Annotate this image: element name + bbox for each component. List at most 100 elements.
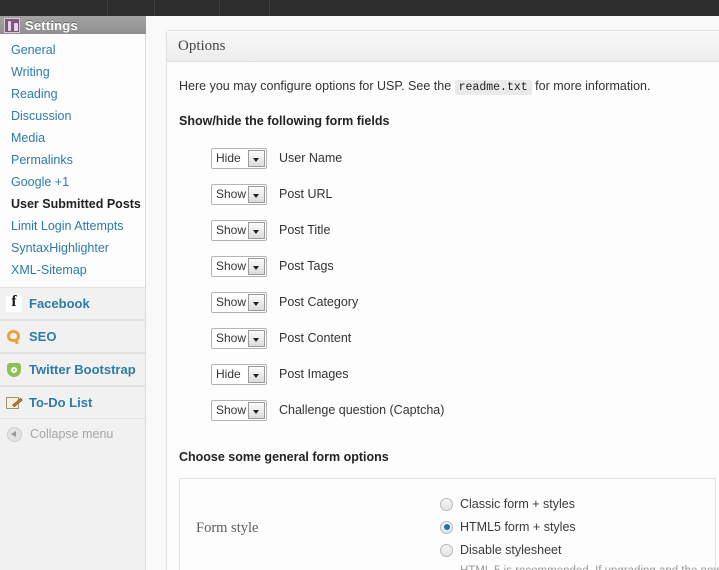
- select-user-name[interactable]: Hide: [211, 148, 267, 169]
- field-label: User Name: [279, 151, 342, 165]
- seo-icon: [6, 329, 22, 345]
- options-panel-header: Options: [167, 31, 719, 62]
- field-label: Post Images: [279, 367, 348, 381]
- sidebar-item-limit-login-attempts[interactable]: Limit Login Attempts: [0, 215, 145, 237]
- sidebar-item-seo[interactable]: SEO: [0, 320, 145, 353]
- options-panel-body: Here you may configure options for USP. …: [167, 62, 719, 570]
- sidebar-item-xml-sitemap[interactable]: XML-Sitemap: [0, 259, 145, 281]
- intro-text-before: Here you may configure options for USP. …: [179, 79, 451, 93]
- select-post-url[interactable]: Show: [211, 184, 267, 205]
- sidebar-filler: [0, 449, 146, 570]
- sidebar-item-user-submitted-posts[interactable]: User Submitted Posts: [0, 193, 145, 215]
- radio-option-html5[interactable]: HTML5 form + styles: [440, 518, 576, 536]
- chevron-down-icon[interactable]: [248, 402, 265, 419]
- admin-bar-segment[interactable]: [0, 0, 108, 16]
- chevron-down-icon[interactable]: [248, 150, 265, 167]
- sidebar-item-label: SEO: [29, 329, 56, 344]
- field-row-post-tags: Show Post Tags: [178, 248, 716, 284]
- todo-note-icon: [6, 395, 22, 411]
- sidebar-item-label: Facebook: [29, 296, 90, 311]
- sidebar-item-reading[interactable]: Reading: [0, 83, 145, 105]
- select-captcha[interactable]: Show: [211, 400, 267, 421]
- select-value: Show: [212, 401, 248, 420]
- field-row-post-url: Show Post URL: [178, 176, 716, 212]
- sidebar-item-label: Twitter Bootstrap: [29, 362, 136, 377]
- option-row-form-style: Form style Classic form + styles HTML5 f…: [180, 479, 715, 564]
- radio-option-classic[interactable]: Classic form + styles: [440, 495, 576, 513]
- field-row-post-images: Hide Post Images: [178, 356, 716, 392]
- field-label: Challenge question (Captcha): [279, 403, 444, 417]
- select-value: Hide: [212, 149, 248, 168]
- select-post-images[interactable]: Hide: [211, 364, 267, 385]
- shield-icon: [6, 362, 22, 378]
- sidebar-item-permalinks[interactable]: Permalinks: [0, 149, 145, 171]
- form-style-radio-group: Classic form + styles HTML5 form + style…: [440, 493, 576, 564]
- settings-submenu: General Writing Reading Discussion Media…: [0, 34, 146, 287]
- settings-icon: [4, 18, 20, 33]
- chevron-down-icon[interactable]: [248, 330, 265, 347]
- radio-button-selected[interactable]: [440, 521, 453, 534]
- chevron-down-icon[interactable]: [248, 294, 265, 311]
- form-style-note: HTML 5 is recommended. If upgrading and …: [460, 565, 715, 570]
- main-content: Options Here you may configure options f…: [146, 16, 719, 570]
- collapse-menu-button[interactable]: Collapse menu: [0, 419, 146, 449]
- select-post-content[interactable]: Show: [211, 328, 267, 349]
- option-label-form-style: Form style: [180, 520, 440, 537]
- sidebar-header-settings[interactable]: Settings: [0, 16, 146, 34]
- select-post-tags[interactable]: Show: [211, 256, 267, 277]
- select-value: Hide: [212, 365, 248, 384]
- general-options-box: Form style Classic form + styles HTML5 f…: [179, 478, 716, 570]
- field-label: Post Category: [279, 295, 358, 309]
- select-post-category[interactable]: Show: [211, 292, 267, 313]
- field-label: Post Tags: [279, 259, 334, 273]
- options-panel: Options Here you may configure options f…: [166, 30, 719, 570]
- collapse-arrow-icon: [7, 427, 22, 442]
- select-value: Show: [212, 293, 248, 312]
- radio-label: Classic form + styles: [460, 497, 575, 511]
- field-label: Post URL: [279, 187, 333, 201]
- radio-button[interactable]: [440, 544, 453, 557]
- chevron-down-icon[interactable]: [248, 186, 265, 203]
- sidebar-item-google-plus-one[interactable]: Google +1: [0, 171, 145, 193]
- page-title: Options: [178, 38, 226, 55]
- intro-text-after: for more information.: [535, 79, 650, 93]
- field-row-post-category: Show Post Category: [178, 284, 716, 320]
- wordpress-admin-screen: Settings General Writing Reading Discuss…: [0, 0, 719, 570]
- sidebar-item-writing[interactable]: Writing: [0, 61, 145, 83]
- sidebar-item-twitter-bootstrap[interactable]: Twitter Bootstrap: [0, 353, 145, 386]
- sidebar-header-title: Settings: [25, 18, 78, 33]
- chevron-down-icon[interactable]: [248, 258, 265, 275]
- facebook-icon: [6, 296, 22, 312]
- select-value: Show: [212, 185, 248, 204]
- radio-label: HTML5 form + styles: [460, 520, 576, 534]
- sidebar-item-label: To-Do List: [29, 395, 92, 410]
- field-row-captcha: Show Challenge question (Captcha): [178, 392, 716, 428]
- sidebar-item-discussion[interactable]: Discussion: [0, 105, 145, 127]
- field-row-post-title: Show Post Title: [178, 212, 716, 248]
- admin-bar-filler: [270, 0, 719, 16]
- admin-bar-segment[interactable]: [220, 0, 270, 16]
- readme-file-link[interactable]: readme.txt: [455, 80, 532, 95]
- radio-option-disable-stylesheet[interactable]: Disable stylesheet: [440, 541, 576, 559]
- radio-button[interactable]: [440, 498, 453, 511]
- sidebar-item-facebook[interactable]: Facebook: [0, 287, 145, 320]
- chevron-down-icon[interactable]: [248, 366, 265, 383]
- radio-label: Disable stylesheet: [460, 543, 561, 557]
- chevron-down-icon[interactable]: [248, 222, 265, 239]
- select-value: Show: [212, 329, 248, 348]
- admin-bar-segment[interactable]: [155, 0, 220, 16]
- select-value: Show: [212, 257, 248, 276]
- section-heading-general: Choose some general form options: [179, 450, 716, 464]
- admin-sidebar: Settings General Writing Reading Discuss…: [0, 16, 146, 570]
- admin-bar-segment[interactable]: [108, 0, 155, 16]
- sidebar-plugin-list: Facebook SEO Twitter Bootstrap To-Do Lis…: [0, 287, 146, 419]
- sidebar-item-to-do-list[interactable]: To-Do List: [0, 386, 145, 419]
- sidebar-item-media[interactable]: Media: [0, 127, 145, 149]
- field-label: Post Content: [279, 331, 351, 345]
- field-row-user-name: Hide User Name: [178, 140, 716, 176]
- sidebar-item-syntaxhighlighter[interactable]: SyntaxHighlighter: [0, 237, 145, 259]
- field-row-post-content: Show Post Content: [178, 320, 716, 356]
- sidebar-item-general[interactable]: General: [0, 39, 145, 61]
- field-label: Post Title: [279, 223, 330, 237]
- select-post-title[interactable]: Show: [211, 220, 267, 241]
